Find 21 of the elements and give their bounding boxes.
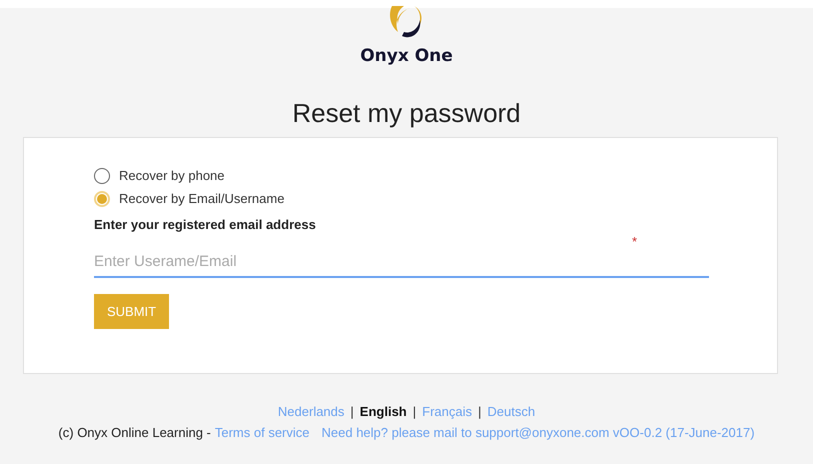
radio-option[interactable]: Recover by phone bbox=[94, 164, 225, 187]
brand-name: Onyx One bbox=[360, 46, 453, 66]
copyright-text: (c) Onyx Online Learning - bbox=[58, 425, 211, 440]
submit-button[interactable]: SUBMIT bbox=[94, 294, 170, 329]
radio-icon[interactable] bbox=[94, 168, 110, 184]
radio-option[interactable]: Recover by Email/Username bbox=[94, 187, 284, 210]
help-link[interactable]: Need help? please mail to support@onyxone.com vOO-0.2 (17-June-2017) bbox=[322, 425, 755, 440]
terms-link[interactable]: Terms of service bbox=[214, 425, 310, 440]
language-link[interactable]: Nederlands bbox=[278, 404, 344, 419]
language-link[interactable]: Français bbox=[422, 404, 472, 419]
separator: | bbox=[478, 404, 482, 419]
email-input[interactable]: Enter Userame/Email bbox=[94, 249, 709, 278]
separator: | bbox=[412, 404, 416, 419]
language-link[interactable]: Deutsch bbox=[487, 404, 536, 419]
required-mark: * bbox=[632, 234, 637, 249]
separator: | bbox=[350, 404, 354, 419]
page-title: Reset my password bbox=[292, 98, 521, 129]
radio-label: Recover by phone bbox=[119, 168, 225, 183]
language-link[interactable]: English bbox=[360, 404, 407, 419]
radio-label: Recover by Email/Username bbox=[119, 191, 284, 206]
field-label: Enter your registered email address bbox=[94, 217, 316, 232]
